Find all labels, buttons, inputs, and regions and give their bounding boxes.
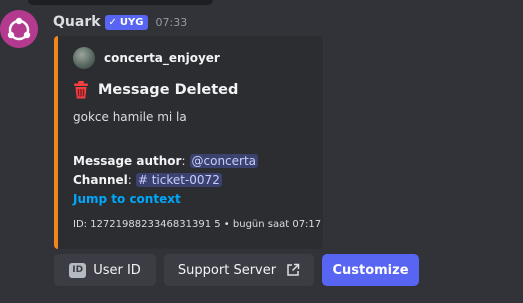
embed-author-name: concerta_enjoyer	[104, 51, 220, 65]
field-colon: :	[181, 154, 186, 168]
embed-card: concerta_enjoyer Message Deleted gokce h…	[54, 36, 323, 249]
field-colon: :	[127, 173, 132, 187]
embed-title: Message Deleted	[98, 82, 239, 98]
field-channel-label: Channel	[73, 173, 128, 187]
embed-title-row: Message Deleted	[72, 79, 238, 101]
id-card-icon: ID	[69, 262, 87, 278]
embed-footer: ID: 1272198823346831391 5 • bugün saat 0…	[73, 219, 322, 230]
quark-logo-icon	[0, 10, 38, 48]
support-server-button-label: Support Server	[177, 262, 277, 278]
support-server-button[interactable]: Support Server	[164, 254, 314, 286]
app-tag-label: UYG	[119, 16, 144, 28]
customize-button[interactable]: Customize	[322, 254, 419, 286]
verified-check-icon: ✓	[108, 16, 117, 28]
tooltip-edge	[28, 0, 213, 5]
field-message-author: Message author: @concerta	[73, 154, 259, 168]
app-tag: ✓ UYG	[104, 14, 148, 30]
embed-author-avatar	[73, 47, 95, 69]
field-channel: Channel: # ticket-0072	[73, 173, 222, 187]
bot-avatar[interactable]	[0, 10, 38, 48]
user-mention[interactable]: @concerta	[189, 154, 259, 168]
message-header: Quark ✓ UYG 07:33	[53, 12, 187, 32]
jump-to-context-link[interactable]: Jump to context	[73, 192, 181, 206]
external-link-icon	[287, 263, 300, 276]
embed-description: gokce hamile mi la	[73, 110, 187, 124]
message-page: Quark ✓ UYG 07:33 concerta_enjoyer Messa…	[0, 0, 523, 303]
action-buttons: ID User ID Support Server Customize	[54, 254, 419, 286]
message-timestamp[interactable]: 07:33	[156, 16, 188, 29]
embed-author: concerta_enjoyer	[73, 47, 220, 69]
user-id-button[interactable]: ID User ID	[54, 254, 156, 286]
user-id-button-label: User ID	[93, 262, 141, 278]
channel-mention[interactable]: # ticket-0072	[135, 173, 222, 187]
field-message-author-label: Message author	[73, 154, 182, 168]
bot-username[interactable]: Quark	[53, 14, 101, 30]
trash-icon	[74, 81, 88, 99]
